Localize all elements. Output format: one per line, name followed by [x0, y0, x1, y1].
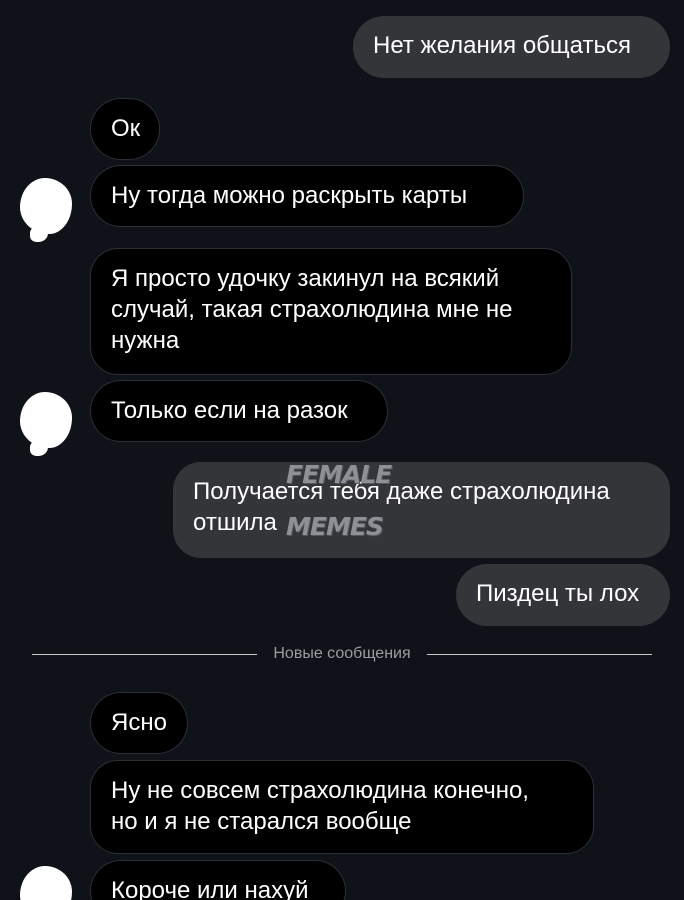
chat-screen: Нет желания общаться Ок Ну тогда можно р… — [0, 0, 684, 900]
message-incoming[interactable]: Я просто удочку закинул на всякий случай… — [90, 248, 572, 375]
sender-avatar[interactable] — [20, 392, 72, 456]
message-incoming[interactable]: Ну тогда можно раскрыть карты — [90, 165, 524, 227]
sender-avatar[interactable] — [20, 178, 72, 242]
message-outgoing[interactable]: Получается тебя даже страхолюдина отшила — [173, 462, 670, 558]
message-incoming[interactable]: Короче или нахуй — [90, 860, 346, 900]
new-messages-label: Новые сообщения — [273, 645, 411, 662]
message-outgoing[interactable]: Нет желания общаться — [353, 16, 670, 78]
message-incoming[interactable]: Ну не совсем страхолюдина конечно, но и … — [90, 760, 594, 854]
new-messages-divider: Новые сообщения — [32, 642, 653, 666]
message-incoming[interactable]: Ок — [90, 98, 160, 160]
divider-line-left — [32, 653, 258, 655]
message-incoming[interactable]: Только если на разок — [90, 380, 388, 442]
message-outgoing[interactable]: Пиздец ты лох — [456, 564, 670, 626]
divider-line-right — [426, 653, 653, 655]
message-incoming[interactable]: Ясно — [90, 692, 188, 754]
sender-avatar[interactable] — [20, 866, 72, 900]
